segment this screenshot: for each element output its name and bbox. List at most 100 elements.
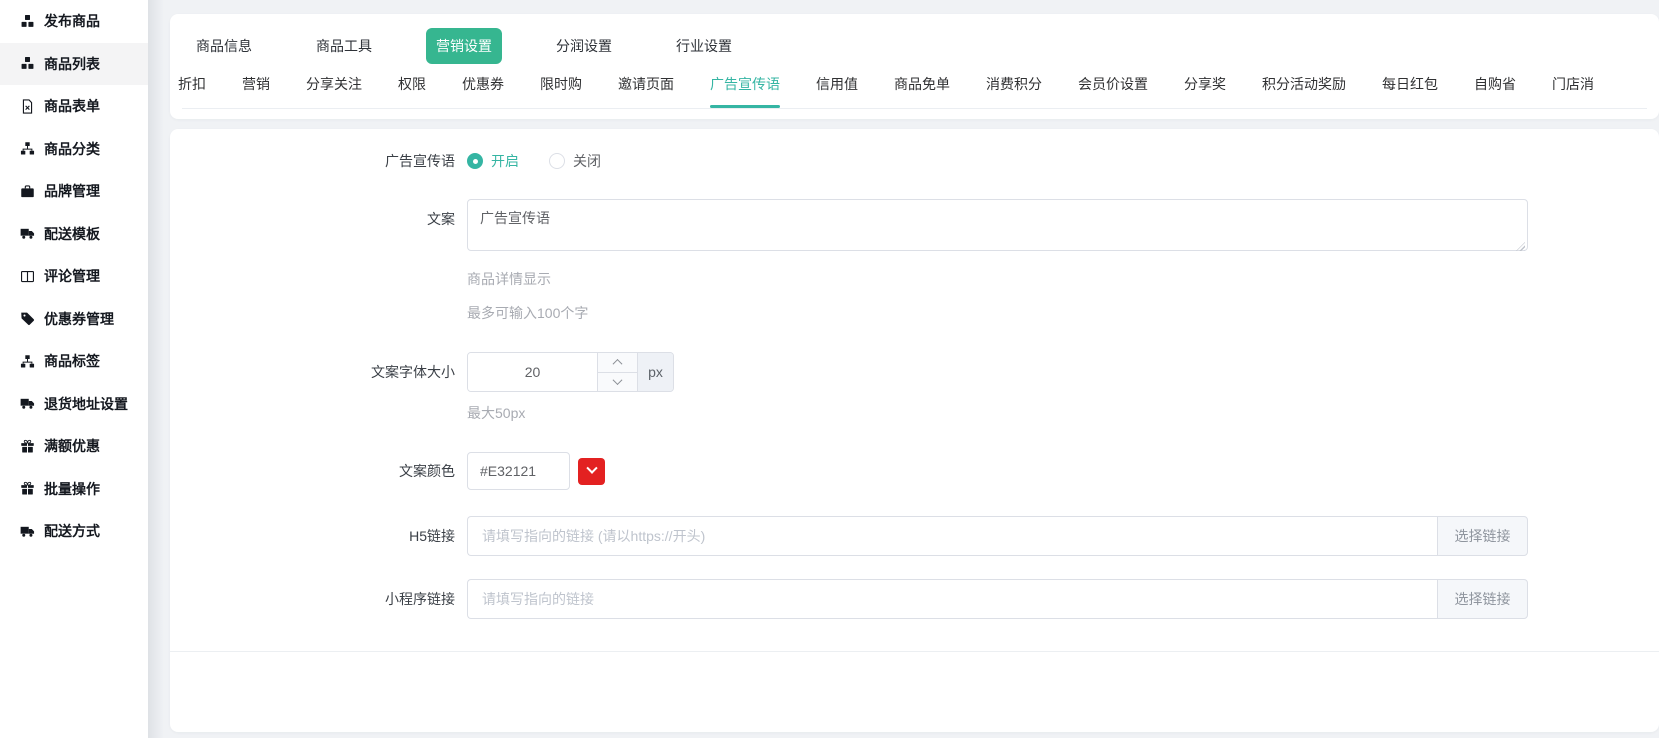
sub-tab-5[interactable]: 限时购: [540, 74, 582, 108]
sidebar-item-3[interactable]: 商品分类: [0, 128, 148, 171]
mini-link-row: 小程序链接 选择链接: [170, 579, 1659, 619]
sub-tab-bar: 折扣 营销 分享关注 权限 优惠券 限时购 邀请页面 广告宣传语 信用值 商品免单 消费积分 会员价设…: [170, 64, 1659, 108]
font-size-stepper: px: [467, 352, 674, 392]
main-tab-bar: 商品信息 商品工具 营销设置 分润设置 行业设置: [170, 28, 1659, 64]
sub-tab-7[interactable]: 广告宣传语: [710, 74, 780, 108]
copy-textarea[interactable]: 广告宣传语: [467, 199, 1528, 251]
font-size-row: 文案字体大小 px: [170, 352, 1659, 392]
sub-tab-15[interactable]: 自购省: [1474, 74, 1516, 108]
form-card: 广告宣传语 开启 关闭 文案 广告宣传语 商品详情显示: [170, 129, 1659, 732]
main-tab-2[interactable]: 营销设置: [426, 28, 502, 64]
h5-link-label: H5链接: [170, 526, 467, 546]
sub-tab-2[interactable]: 分享关注: [306, 74, 362, 108]
font-size-help: 最大50px: [467, 404, 525, 422]
sub-tab-1[interactable]: 营销: [242, 74, 270, 108]
sidebar: 发布商品 商品列表 商品表单 商品分类 品牌管理 配送模板 评论管理 优惠券管理…: [0, 0, 148, 738]
columns-icon: [20, 269, 35, 284]
sidebar-item-6[interactable]: 评论管理: [0, 255, 148, 298]
sub-tab-13[interactable]: 积分活动奖励: [1262, 74, 1346, 108]
sub-tab-14[interactable]: 每日红包: [1382, 74, 1438, 108]
sidebar-item-8[interactable]: 商品标签: [0, 340, 148, 383]
sitemap-icon: [20, 141, 35, 156]
sidebar-item-9[interactable]: 退货地址设置: [0, 383, 148, 426]
stepper-up-button[interactable]: [598, 353, 637, 373]
unit-suffix: px: [637, 353, 673, 391]
sub-tab-9[interactable]: 商品免单: [894, 74, 950, 108]
truck-icon: [20, 524, 35, 539]
sidebar-item-7[interactable]: 优惠券管理: [0, 298, 148, 341]
h5-choose-link-button[interactable]: 选择链接: [1437, 516, 1528, 556]
mini-link-input[interactable]: [467, 579, 1437, 619]
main-content: 商品信息 商品工具 营销设置 分润设置 行业设置 折扣 营销 分享关注 权限 优惠券 限时购 邀请页…: [170, 0, 1659, 738]
copy-textarea-wrap: 广告宣传语: [467, 199, 1528, 256]
h5-link-row: H5链接 选择链接: [170, 516, 1659, 556]
sub-tab-3[interactable]: 权限: [398, 74, 426, 108]
sidebar-item-label: 优惠券管理: [44, 309, 114, 329]
radio-option-on[interactable]: 开启: [467, 151, 519, 171]
sidebar-item-label: 配送模板: [44, 224, 100, 244]
stepper-buttons: [597, 353, 637, 391]
main-tab-4[interactable]: 行业设置: [666, 28, 742, 64]
stepper-down-button[interactable]: [598, 373, 637, 392]
mini-link-group: 选择链接: [467, 579, 1528, 619]
tabs-divider: [182, 108, 1647, 109]
sidebar-item-10[interactable]: 满额优惠: [0, 425, 148, 468]
sub-tab-12[interactable]: 分享奖: [1184, 74, 1226, 108]
sub-tab-8[interactable]: 信用值: [816, 74, 858, 108]
sub-tab-11[interactable]: 会员价设置: [1078, 74, 1148, 108]
briefcase-icon: [20, 184, 35, 199]
tag-icon: [20, 311, 35, 326]
sub-tab-6[interactable]: 邀请页面: [618, 74, 674, 108]
color-value-input[interactable]: [467, 452, 570, 490]
sidebar-item-5[interactable]: 配送模板: [0, 213, 148, 256]
tabs-card: 商品信息 商品工具 营销设置 分润设置 行业设置 折扣 营销 分享关注 权限 优惠券 限时购 邀请页…: [170, 14, 1659, 119]
sidebar-item-label: 商品分类: [44, 139, 100, 159]
h5-link-input[interactable]: [467, 516, 1437, 556]
copy-label: 文案: [170, 199, 467, 229]
h5-link-group: 选择链接: [467, 516, 1528, 556]
main-tab-1[interactable]: 商品工具: [306, 28, 382, 64]
chevron-up-icon: [613, 359, 623, 369]
chevron-down-icon: [613, 375, 623, 385]
copy-row: 文案 广告宣传语: [170, 199, 1659, 256]
radio-off-label: 关闭: [573, 151, 601, 171]
radio-option-off[interactable]: 关闭: [549, 151, 601, 171]
font-size-input[interactable]: [468, 353, 597, 391]
truck-icon: [20, 226, 35, 241]
sub-tab-4[interactable]: 优惠券: [462, 74, 504, 108]
sidebar-item-4[interactable]: 品牌管理: [0, 170, 148, 213]
ad-slogan-radio-group: 开启 关闭: [467, 151, 601, 171]
main-tab-0[interactable]: 商品信息: [186, 28, 262, 64]
section-divider: [170, 651, 1659, 652]
color-label: 文案颜色: [170, 461, 467, 481]
mini-choose-link-button[interactable]: 选择链接: [1437, 579, 1528, 619]
sub-tab-10[interactable]: 消费积分: [986, 74, 1042, 108]
radio-on-label: 开启: [491, 151, 519, 171]
sidebar-item-label: 评论管理: [44, 266, 100, 286]
cubes-icon: [20, 56, 35, 71]
sidebar-item-label: 满额优惠: [44, 436, 100, 456]
color-picker-button[interactable]: [578, 458, 605, 485]
sidebar-item-11[interactable]: 批量操作: [0, 468, 148, 511]
ad-slogan-label: 广告宣传语: [170, 151, 467, 171]
sidebar-item-12[interactable]: 配送方式: [0, 510, 148, 553]
sidebar-item-label: 退货地址设置: [44, 394, 128, 414]
chevron-down-icon: [586, 463, 597, 474]
main-tab-3[interactable]: 分润设置: [546, 28, 622, 64]
copy-help-maxlen: 最多可输入100个字: [467, 304, 588, 322]
gift-icon: [20, 439, 35, 454]
sidebar-item-2[interactable]: 商品表单: [0, 85, 148, 128]
sidebar-item-label: 配送方式: [44, 521, 100, 541]
sidebar-item-1[interactable]: 商品列表: [0, 43, 148, 86]
sub-tab-0[interactable]: 折扣: [178, 74, 206, 108]
sidebar-item-0[interactable]: 发布商品: [0, 0, 148, 43]
sub-tab-16[interactable]: 门店消: [1552, 74, 1594, 108]
gift-icon: [20, 481, 35, 496]
color-row: 文案颜色: [170, 452, 1659, 490]
sidebar-item-label: 批量操作: [44, 479, 100, 499]
sitemap-icon: [20, 354, 35, 369]
radio-selected-icon: [467, 153, 483, 169]
sidebar-item-label: 商品列表: [44, 54, 100, 74]
truck-icon: [20, 396, 35, 411]
copy-help-display: 商品详情显示: [467, 270, 551, 288]
